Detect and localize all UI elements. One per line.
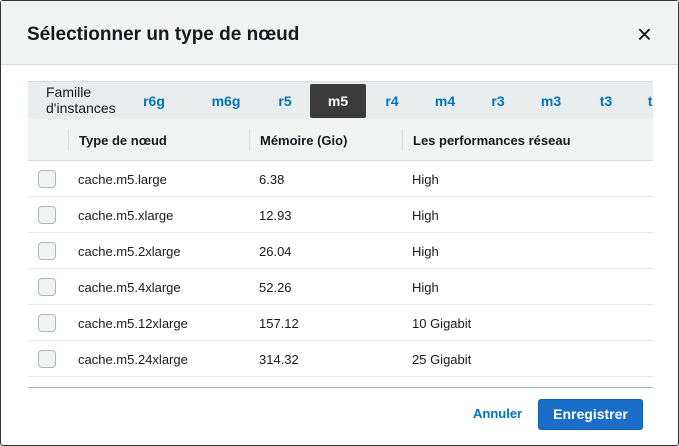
table-row[interactable]: cache.m5.4xlarge 52.26 High: [28, 269, 653, 305]
row-checkbox[interactable]: [38, 170, 56, 188]
column-divider: [68, 129, 69, 151]
memory-cell: 6.38: [259, 172, 285, 187]
table-row[interactable]: cache.m5.24xlarge 314.32 25 Gigabit: [28, 341, 653, 377]
node-type-cell: cache.m5.xlarge: [78, 208, 174, 223]
node-type-cell: cache.m5.24xlarge: [78, 352, 188, 367]
column-header-network[interactable]: Les performances réseau: [413, 133, 571, 148]
tab-t2[interactable]: t2: [626, 84, 653, 118]
column-header-memory[interactable]: Mémoire (Gio): [260, 133, 347, 148]
table-row[interactable]: cache.m5.xlarge 12.93 High: [28, 197, 653, 233]
tab-m4[interactable]: m4: [417, 84, 473, 118]
tab-r6g[interactable]: r6g: [126, 84, 182, 118]
instance-family-tabs: Famille d'instances r6g m6g r5 m5 r4 m4 r3 m3 t3…: [28, 81, 653, 119]
table-header: Type de nœud Mémoire (Gio) Les performan…: [28, 119, 653, 161]
dialog-header: Sélectionner un type de nœud ×: [1, 1, 678, 65]
node-type-cell: cache.m5.12xlarge: [78, 316, 188, 331]
tab-r5[interactable]: r5: [257, 84, 313, 118]
network-cell: High: [412, 280, 439, 295]
row-checkbox[interactable]: [38, 350, 56, 368]
select-node-type-dialog: Sélectionner un type de nœud × Famille d…: [0, 0, 679, 446]
column-header-node-type[interactable]: Type de nœud: [79, 133, 167, 148]
save-button[interactable]: Enregistrer: [538, 399, 643, 430]
tab-r4[interactable]: r4: [364, 84, 420, 118]
column-divider: [249, 129, 250, 151]
memory-cell: 26.04: [259, 244, 292, 259]
network-cell: 25 Gigabit: [412, 352, 472, 367]
node-type-cell: cache.m5.2xlarge: [78, 244, 181, 259]
row-checkbox[interactable]: [38, 206, 56, 224]
table-row[interactable]: cache.m5.12xlarge 157.12 10 Gigabit: [28, 305, 653, 341]
memory-cell: 314.32: [259, 352, 299, 367]
table-row[interactable]: cache.m5.2xlarge 26.04 High: [28, 233, 653, 269]
close-icon[interactable]: ×: [637, 21, 652, 47]
node-type-cell: cache.m5.large: [78, 172, 167, 187]
tab-m6g[interactable]: m6g: [198, 84, 254, 118]
cancel-button[interactable]: Annuler: [473, 406, 522, 421]
tab-r3[interactable]: r3: [470, 84, 526, 118]
network-cell: High: [412, 244, 439, 259]
memory-cell: 12.93: [259, 208, 292, 223]
dialog-title: Sélectionner un type de nœud: [27, 24, 300, 45]
network-cell: High: [412, 172, 439, 187]
network-cell: High: [412, 208, 439, 223]
tab-m5[interactable]: m5: [310, 84, 366, 118]
network-cell: 10 Gigabit: [412, 316, 472, 331]
footer-divider: [28, 387, 653, 388]
row-checkbox[interactable]: [38, 242, 56, 260]
tab-m3[interactable]: m3: [523, 84, 579, 118]
row-checkbox[interactable]: [38, 314, 56, 332]
row-checkbox[interactable]: [38, 278, 56, 296]
memory-cell: 157.12: [259, 316, 299, 331]
node-type-cell: cache.m5.4xlarge: [78, 280, 181, 295]
column-divider: [402, 129, 403, 151]
memory-cell: 52.26: [259, 280, 292, 295]
table-row[interactable]: cache.m5.large 6.38 High: [28, 161, 653, 197]
